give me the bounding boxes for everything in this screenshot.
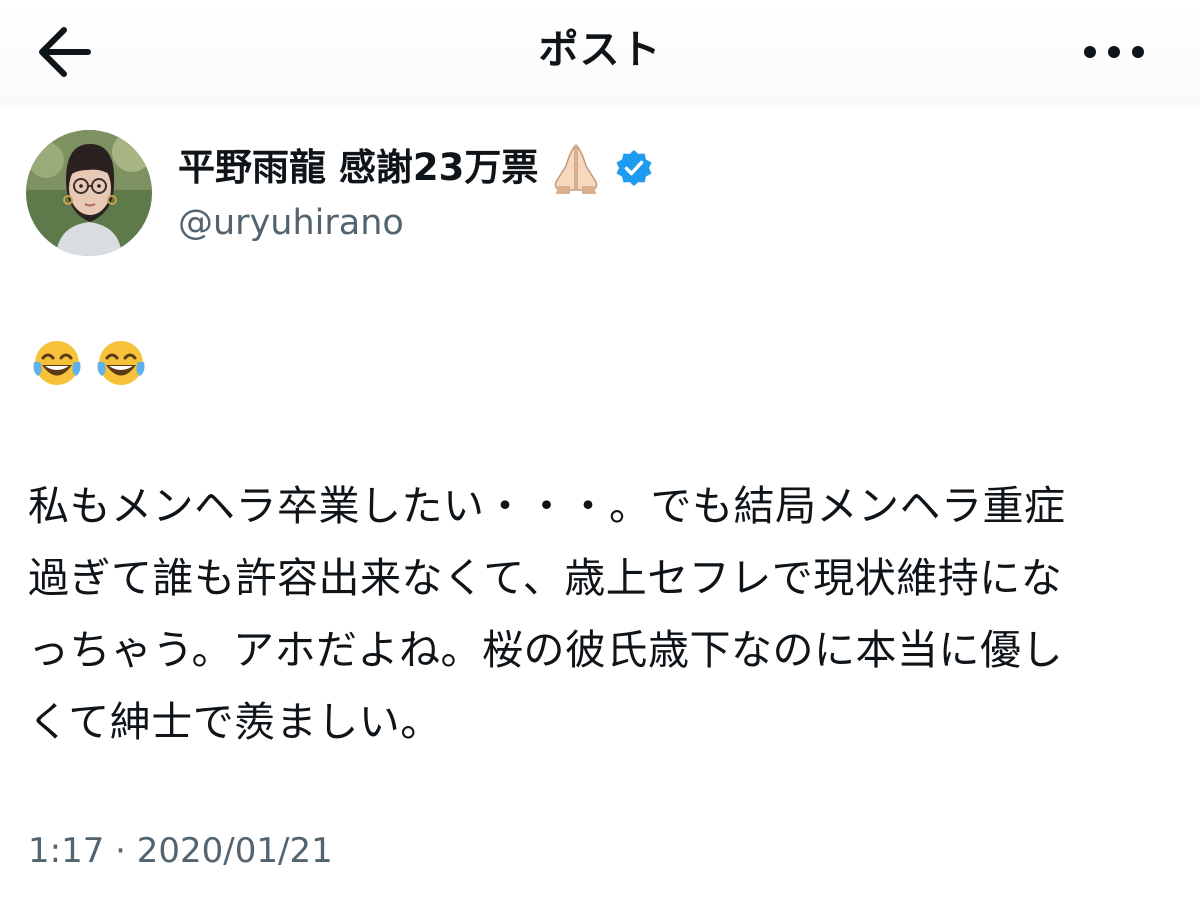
author-name-row[interactable]: 平野雨龍 感謝23万票 xyxy=(178,140,654,196)
face-with-tears-of-joy-icon xyxy=(94,338,148,392)
face-with-tears-of-joy-icon xyxy=(30,338,84,392)
post-text: 私もメンヘラ卒業したい・・・。でも結局メンヘラ重症 過ぎて誰も許容出来なくて、歳… xyxy=(28,482,1066,746)
top-nav-bar: ポスト xyxy=(0,0,1200,108)
emoji-row xyxy=(30,338,148,392)
author-handle[interactable]: @uryuhirano xyxy=(178,198,404,248)
folded-hands-icon xyxy=(548,142,604,194)
author-display-name[interactable]: 平野雨龍 感謝23万票 xyxy=(178,140,538,196)
verified-badge-icon[interactable] xyxy=(614,148,654,188)
more-horizontal-icon xyxy=(1084,46,1144,58)
page-title: ポスト xyxy=(538,27,662,73)
post-timestamp[interactable]: 1:17 · 2020/01/21 xyxy=(28,826,333,876)
author-avatar[interactable] xyxy=(26,130,152,256)
more-options-button[interactable] xyxy=(1078,24,1150,80)
